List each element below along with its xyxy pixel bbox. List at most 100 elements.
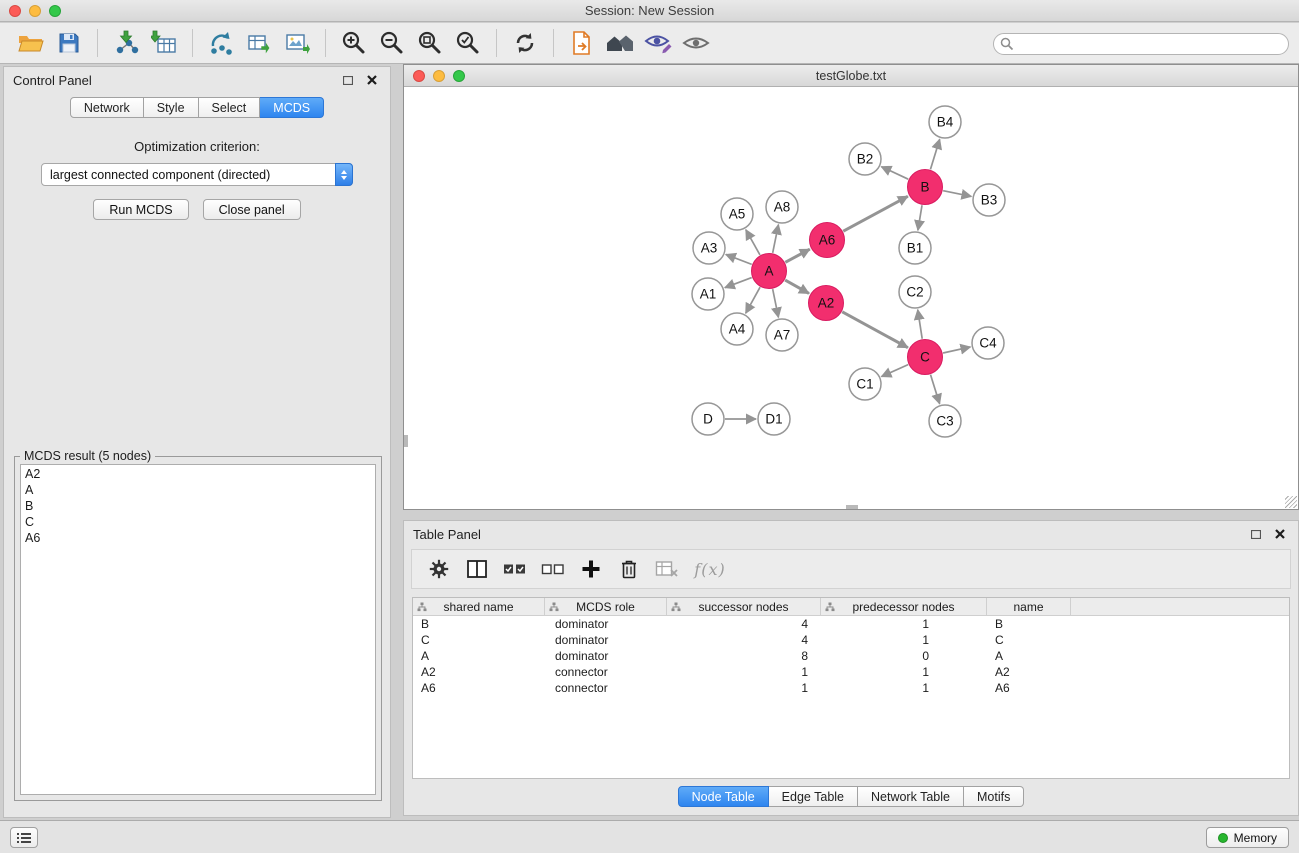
graph-edge-B-B2[interactable] [881,167,908,180]
close-panel-button-secondary[interactable]: Close panel [203,199,301,220]
graph-edge-A-A5[interactable] [746,230,760,255]
table-row[interactable]: B dominator 4 1 B [413,616,1289,632]
float-panel-button[interactable] [339,72,357,88]
export-image-button[interactable] [278,26,316,60]
tab-network[interactable]: Network [70,97,144,118]
tab-mcds[interactable]: MCDS [260,97,324,118]
cell-name[interactable]: A6 [987,680,1071,696]
tab-motifs[interactable]: Motifs [964,786,1024,807]
zoom-selected-button[interactable] [449,26,487,60]
cell-successor-nodes[interactable]: 1 [667,680,821,696]
graph-edge-B-B4[interactable] [930,139,939,169]
table-row[interactable]: A2 connector 1 1 A2 [413,664,1289,680]
show-hide-button[interactable] [677,26,715,60]
open-session-button[interactable] [12,26,50,60]
minimize-view-button[interactable] [433,70,445,82]
graph-svg[interactable]: AA6A2BCA5A8A3A1A4A7B2B4B3B1C2C1C4C3DD1 [404,88,1298,509]
horizontal-scrollbar-thumb[interactable] [846,505,858,509]
cell-name[interactable]: A2 [987,664,1071,680]
graph-edge-A-A8[interactable] [773,225,779,253]
cell-mcds-role[interactable]: dominator [545,632,667,648]
cell-shared-name[interactable]: A [413,648,545,664]
cell-predecessor-nodes[interactable]: 1 [821,680,987,696]
tab-select[interactable]: Select [199,97,261,118]
tab-network-table[interactable]: Network Table [858,786,964,807]
list-item[interactable]: A2 [21,466,375,482]
resize-grip[interactable] [1285,496,1297,508]
cell-predecessor-nodes[interactable]: 1 [821,616,987,632]
graph-edge-C-C2[interactable] [918,310,922,339]
graph-edge-A2-C[interactable] [842,312,908,348]
annotation-button[interactable] [639,26,677,60]
list-item[interactable]: B [21,498,375,514]
column-header-mcds-role[interactable]: MCDS role [545,598,667,615]
save-session-button[interactable] [50,26,88,60]
zoom-in-button[interactable] [335,26,373,60]
column-header-shared-name[interactable]: shared name [413,598,545,615]
close-view-button[interactable] [413,70,425,82]
minimize-window-button[interactable] [29,5,41,17]
zoom-view-button[interactable] [453,70,465,82]
task-history-button[interactable] [10,827,38,848]
cell-mcds-role[interactable]: dominator [545,648,667,664]
cell-name[interactable]: C [987,632,1071,648]
cell-predecessor-nodes[interactable]: 1 [821,664,987,680]
column-header-successor-nodes[interactable]: successor nodes [667,598,821,615]
graph-edge-A-A3[interactable] [726,254,752,264]
cell-successor-nodes[interactable]: 4 [667,616,821,632]
graph-edge-A6-B[interactable] [843,196,908,231]
search-input[interactable] [993,33,1289,55]
tab-style[interactable]: Style [144,97,199,118]
home-button[interactable] [601,26,639,60]
tab-edge-table[interactable]: Edge Table [769,786,858,807]
zoom-out-button[interactable] [373,26,411,60]
cell-predecessor-nodes[interactable]: 1 [821,632,987,648]
select-all-button[interactable] [498,553,532,585]
close-panel-button[interactable] [363,72,381,88]
list-item[interactable]: A [21,482,375,498]
cell-successor-nodes[interactable]: 8 [667,648,821,664]
import-network-button[interactable] [107,26,145,60]
zoom-fit-button[interactable] [411,26,449,60]
cell-mcds-role[interactable]: dominator [545,616,667,632]
vertical-scrollbar-thumb[interactable] [404,435,408,447]
criterion-dropdown[interactable]: largest connected component (directed) [41,163,353,186]
table-settings-button[interactable] [422,553,456,585]
cell-shared-name[interactable]: A2 [413,664,545,680]
network-canvas[interactable]: AA6A2BCA5A8A3A1A4A7B2B4B3B1C2C1C4C3DD1 [404,88,1298,509]
graph-edge-C-C1[interactable] [881,365,908,377]
cell-successor-nodes[interactable]: 4 [667,632,821,648]
cell-shared-name[interactable]: C [413,632,545,648]
create-column-button[interactable] [574,553,608,585]
graph-edge-C-C4[interactable] [943,347,970,353]
float-table-panel-button[interactable] [1247,526,1265,542]
graph-edge-A-A7[interactable] [773,289,779,317]
cell-name[interactable]: A [987,648,1071,664]
export-table-button[interactable] [240,26,278,60]
tab-node-table[interactable]: Node Table [678,786,769,807]
cell-successor-nodes[interactable]: 1 [667,664,821,680]
list-item[interactable]: C [21,514,375,530]
zoom-window-button[interactable] [49,5,61,17]
cell-shared-name[interactable]: B [413,616,545,632]
table-row[interactable]: C dominator 4 1 C [413,632,1289,648]
memory-button[interactable]: Memory [1206,827,1289,848]
refresh-layout-button[interactable] [506,26,544,60]
cell-mcds-role[interactable]: connector [545,680,667,696]
cell-name[interactable]: B [987,616,1071,632]
function-builder-button[interactable]: f(x) [688,553,732,585]
run-mcds-button[interactable]: Run MCDS [93,199,188,220]
graph-edge-A-A2[interactable] [785,280,809,293]
column-header-predecessor-nodes[interactable]: predecessor nodes [821,598,987,615]
cell-mcds-role[interactable]: connector [545,664,667,680]
delete-column-button[interactable] [612,553,646,585]
graph-edge-B-B1[interactable] [918,205,922,230]
deselect-all-button[interactable] [536,553,570,585]
table-row[interactable]: A dominator 8 0 A [413,648,1289,664]
show-columns-button[interactable] [460,553,494,585]
graph-edge-A-A4[interactable] [746,287,760,313]
open-file-button[interactable] [563,26,601,60]
graph-edge-B-B3[interactable] [943,191,971,197]
close-table-panel-button[interactable] [1271,526,1289,542]
cell-shared-name[interactable]: A6 [413,680,545,696]
